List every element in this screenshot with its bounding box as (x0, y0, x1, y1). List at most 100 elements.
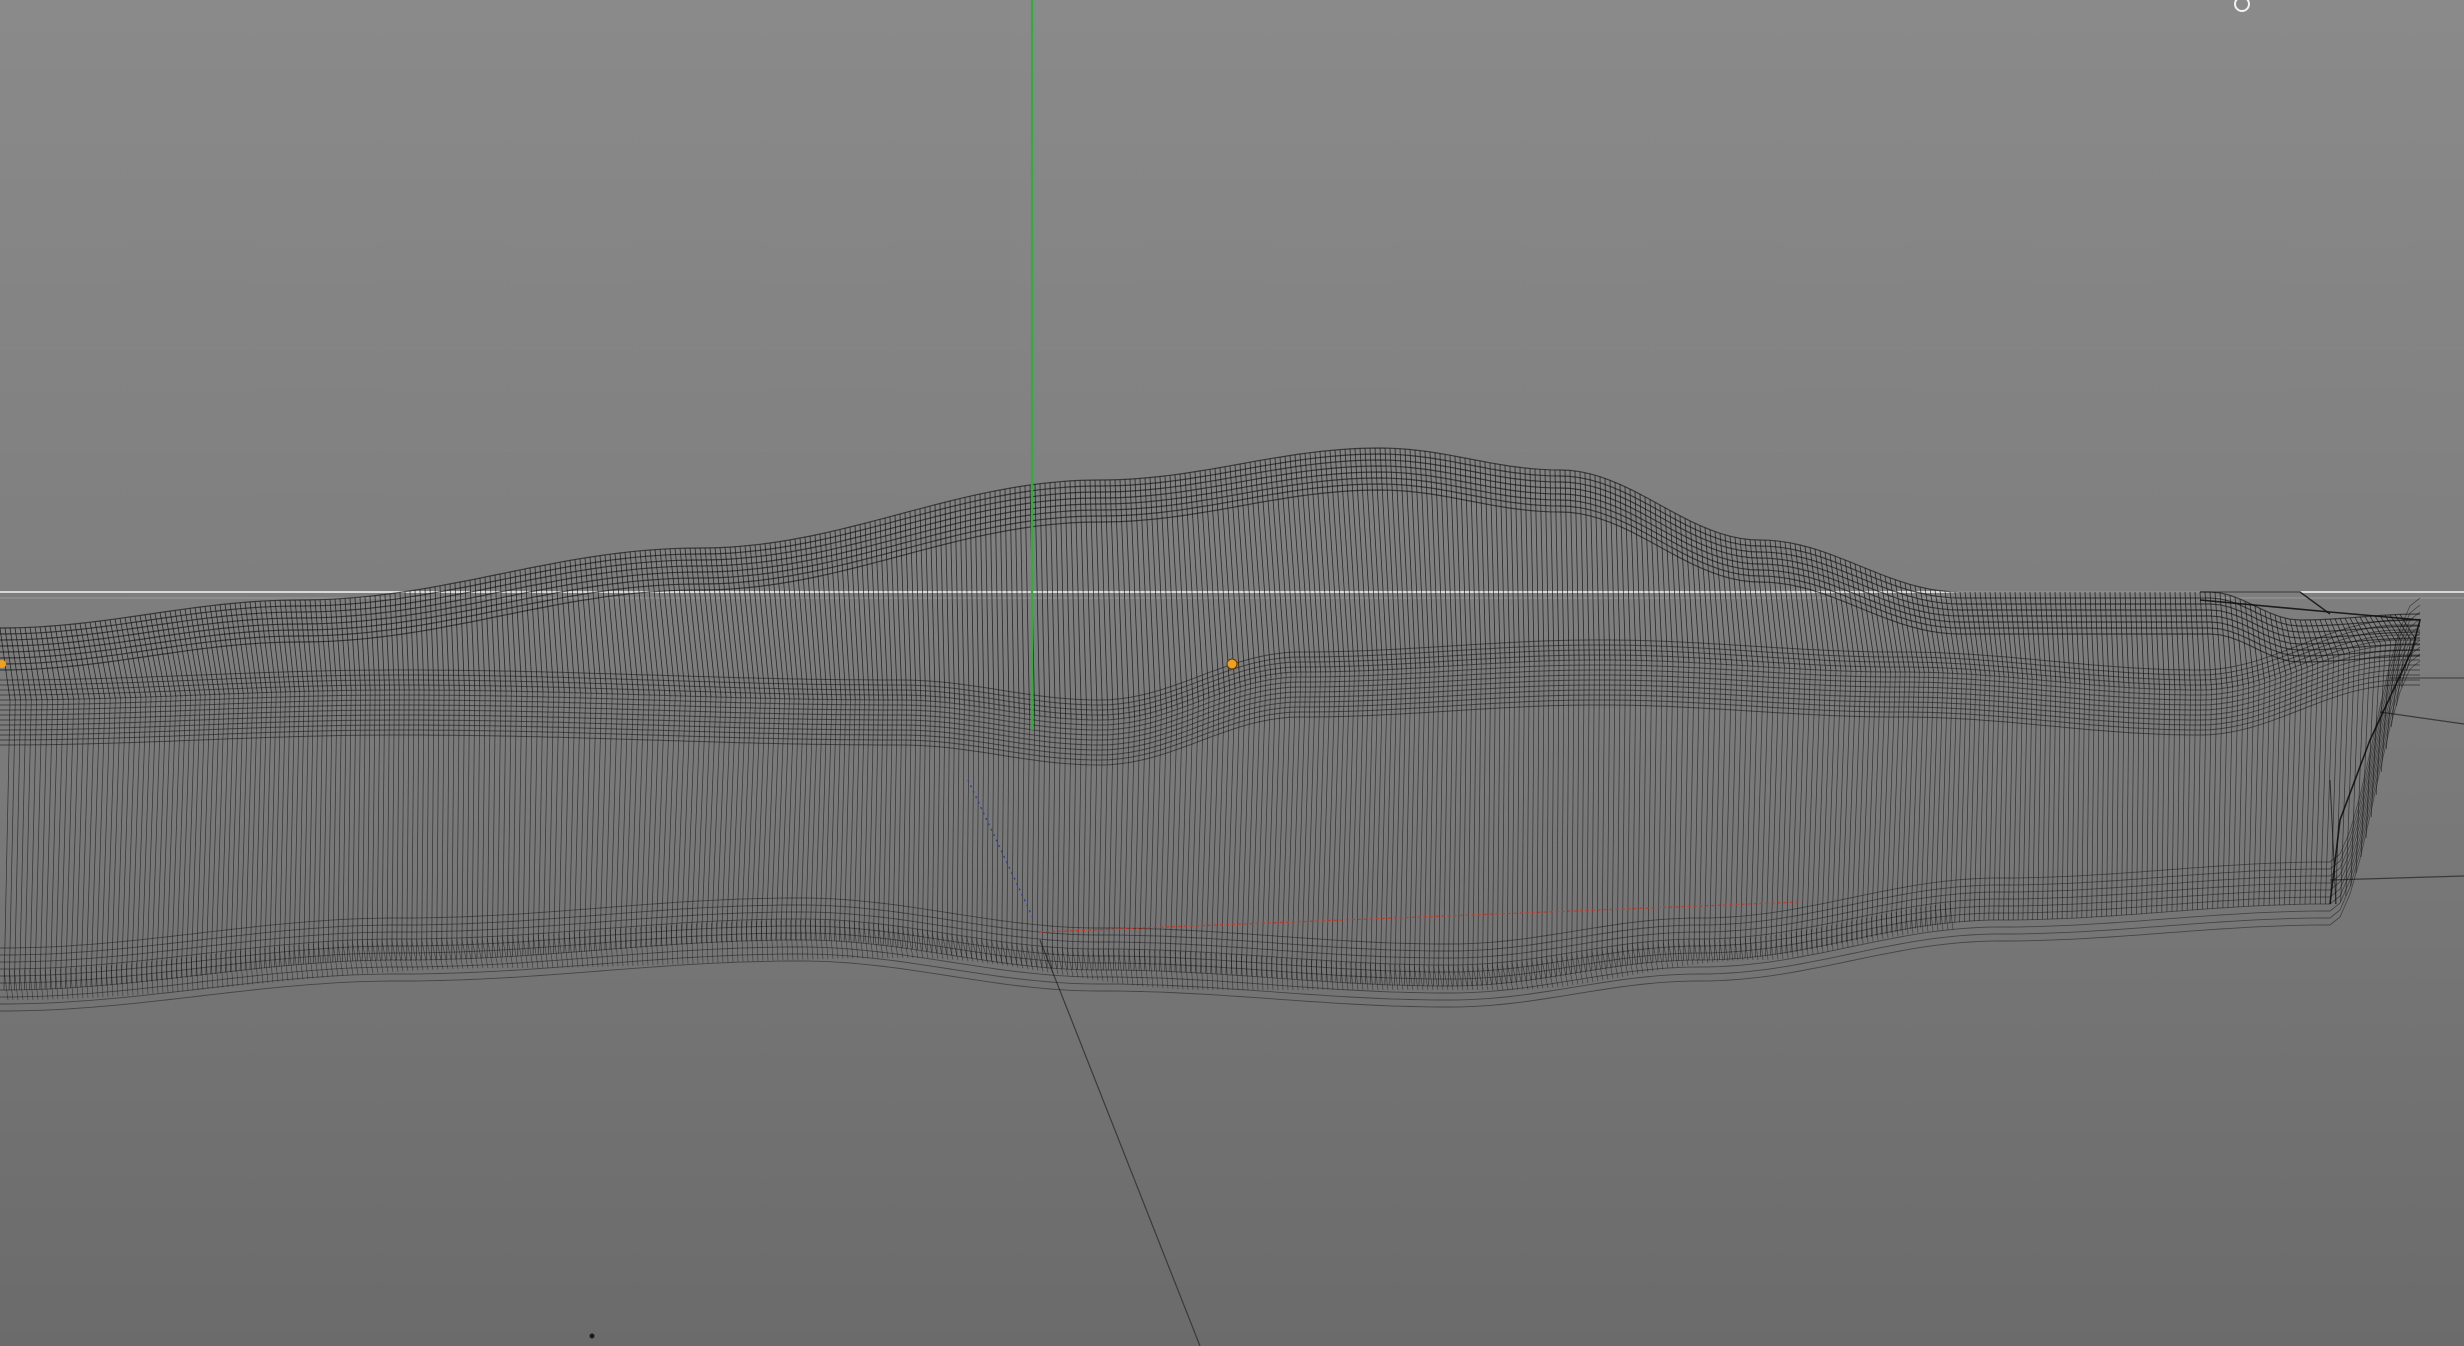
hull-edge (1601, 659, 1606, 970)
hull-edge (1939, 672, 1949, 925)
hull-edge (868, 699, 875, 944)
hull-edge (332, 690, 338, 963)
hull-edge (844, 528, 856, 700)
hull-edge (684, 548, 702, 697)
hull-edge (790, 698, 800, 941)
hull-edge (1657, 941, 1664, 970)
hull-edge (853, 921, 859, 959)
hull-edge (1413, 668, 1421, 986)
hull-edge (269, 600, 282, 693)
hull-edge (1647, 942, 1654, 972)
hull-edge (1900, 671, 1911, 931)
hull-edge (2084, 591, 2090, 685)
hull-edge (994, 490, 1000, 710)
hull-edge (609, 554, 624, 694)
hull-edge (902, 927, 909, 959)
hull-edge (1536, 661, 1540, 980)
hull-edge (1149, 950, 1154, 988)
hull-edge (848, 921, 854, 959)
hull-edge (1467, 665, 1473, 986)
hull-edge (1688, 662, 1695, 961)
hull-edge (614, 553, 629, 694)
hull-edge (1714, 663, 1722, 960)
hull-edge (699, 547, 717, 697)
wireframe-hull[interactable] (0, 447, 2422, 1012)
hull-edge (2012, 677, 2019, 921)
hull-edge (873, 923, 879, 959)
hull-edge (1414, 449, 1426, 669)
hull-edge (1642, 943, 1649, 973)
hull-edge (2202, 689, 2207, 910)
hull-edge (1549, 469, 1555, 661)
hull-edge (912, 700, 917, 949)
hull-edge (29, 969, 34, 1000)
hull-edge (724, 547, 742, 698)
hull-edge (2104, 591, 2110, 686)
hull-edge (1026, 713, 1030, 966)
hull-edge (434, 586, 440, 691)
hull-edge (1128, 950, 1134, 986)
hull-edge (1264, 459, 1282, 676)
hull-edge (347, 690, 352, 962)
hull-edge (877, 699, 884, 945)
hull-edge (2161, 689, 2165, 913)
hull-edge (19, 699, 27, 990)
hull-edge (384, 594, 390, 691)
hull-edge (1511, 662, 1516, 983)
hull-edge (327, 690, 333, 963)
hull-edge (936, 701, 941, 953)
hull-edge (1814, 549, 1832, 670)
hull-edge (1790, 668, 1801, 953)
hull-edge (1031, 714, 1035, 967)
hull-edge (1379, 670, 1388, 985)
hull-edge (548, 691, 554, 955)
hull-edge (1439, 453, 1449, 667)
hull-edge (931, 701, 936, 952)
hull-edge (1621, 660, 1626, 967)
hull-edge (1693, 662, 1700, 961)
hull-edge (279, 600, 291, 693)
hull-edge (1389, 448, 1402, 670)
hull-edge (3, 699, 11, 991)
object-pivot-point[interactable] (1226, 658, 1238, 670)
hull-edge (926, 700, 931, 952)
hull-edge (1844, 559, 1862, 672)
hull-edge (220, 694, 230, 974)
hull-edge (1472, 664, 1477, 986)
hull-edge (1097, 719, 1104, 971)
hull-edge (665, 695, 676, 946)
hull-edge (1988, 675, 1995, 921)
hull-edge (2212, 689, 2218, 909)
hull-edge (532, 691, 539, 956)
hull-edge (635, 694, 645, 948)
hull-edge (1413, 965, 1419, 991)
view-navigation-circle-icon[interactable] (2230, 0, 2254, 16)
hull-edge (1133, 950, 1139, 986)
hull-edge (694, 547, 712, 697)
hull-edge (1087, 949, 1094, 980)
hull-edge (1190, 952, 1194, 990)
hull-edge (1408, 965, 1414, 991)
hull-edge (299, 599, 310, 692)
hull-edge (735, 697, 747, 942)
hull-edge (454, 582, 460, 691)
hull-edge (799, 698, 809, 941)
hull-edge (2074, 591, 2081, 684)
hull-edge (1539, 469, 1545, 662)
hull-edge (1046, 716, 1051, 968)
hull-edge (1604, 478, 1611, 661)
hull-edge (553, 692, 560, 954)
hull-edge (337, 941, 344, 976)
hull-edge (685, 695, 697, 945)
hull-edge (604, 554, 618, 694)
3d-viewport[interactable] (0, 0, 2464, 1346)
hull-edge (1113, 719, 1119, 971)
scene-canvas[interactable] (0, 0, 2464, 1346)
hull-edge (863, 922, 869, 959)
hull-edge (1184, 951, 1189, 990)
hull-edge (824, 532, 837, 700)
hull-edge (1309, 452, 1326, 673)
hull-edge (1854, 563, 1872, 672)
hull-edge (354, 597, 362, 691)
hull-edge (650, 694, 660, 947)
